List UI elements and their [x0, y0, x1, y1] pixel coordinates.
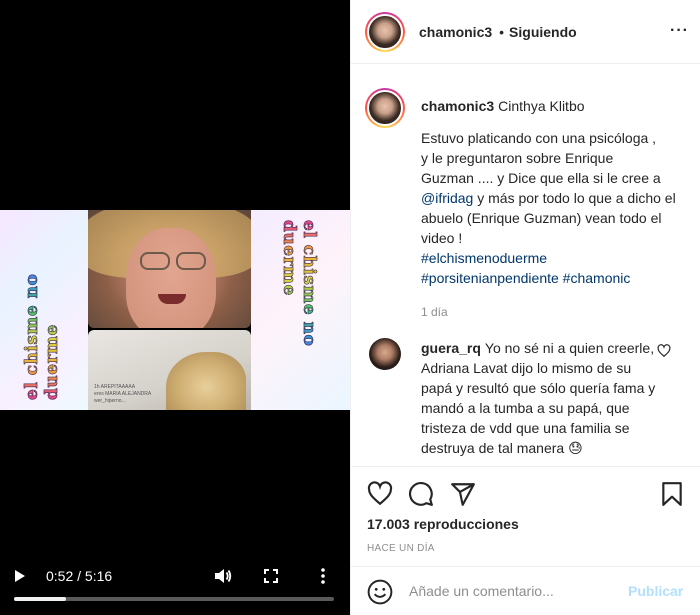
- time-separator: /: [73, 568, 85, 584]
- comment-body: guera_rq Yo no sé ni a quien creerle, Adr…: [421, 338, 661, 458]
- post-panel: chamonic3 • Siguiendo ··· chamonic3 Cinth…: [350, 0, 700, 615]
- play-icon: [15, 570, 25, 582]
- caption-mention-name: Cinthya Klitbo: [498, 98, 585, 114]
- screen-overlay-line: wer_hiperno...: [94, 398, 126, 404]
- commenter-username[interactable]: guera_rq: [421, 340, 481, 356]
- caption-avatar[interactable]: [365, 88, 405, 128]
- comment-like-icon[interactable]: [657, 344, 671, 358]
- hashtag-link[interactable]: #chamonic: [563, 270, 631, 286]
- video-time: 0:52 / 5:16: [46, 565, 112, 587]
- video-player[interactable]: el chisme no duerme 1h AREPITAAAAA eres …: [0, 0, 350, 615]
- caption-time[interactable]: 1 día: [421, 302, 681, 322]
- comments-section: chamonic3 Cinthya Klitbo Estuvo platicand…: [351, 64, 700, 466]
- video-progress-fill: [14, 597, 67, 601]
- like-icon[interactable]: [367, 481, 393, 507]
- overlay-text-right: el chisme no duerme: [279, 220, 320, 400]
- follow-status-button[interactable]: Siguiendo: [509, 24, 577, 40]
- add-comment-bar: Publicar: [351, 566, 700, 615]
- post-date[interactable]: HACE UN DÍA: [367, 543, 435, 554]
- post-header: chamonic3 • Siguiendo ···: [351, 0, 700, 64]
- time-current: 0:52: [46, 568, 74, 584]
- avatar[interactable]: [365, 11, 405, 52]
- views-count[interactable]: 17.003 reproducciones: [367, 516, 519, 532]
- caption-body: chamonic3 Cinthya Klitbo Estuvo platicand…: [421, 96, 681, 322]
- play-button[interactable]: [14, 565, 30, 587]
- screen-overlay-line: 1h AREPITAAAAA: [94, 384, 136, 390]
- comment-input[interactable]: [409, 577, 619, 605]
- caption-line: Guzman .... y Dice que ella si le cree a: [421, 170, 661, 186]
- video-controls: 0:52 / 5:16: [0, 560, 350, 600]
- time-total: 5:16: [84, 568, 113, 584]
- mention-link[interactable]: @ifridag: [421, 190, 473, 206]
- emoji-icon[interactable]: [367, 579, 393, 605]
- comment-text: Yo no sé ni a quien creerle, Adriana Lav…: [421, 340, 656, 456]
- author-username[interactable]: chamonic3: [419, 24, 492, 40]
- caption-line: y le preguntaron sobre Enrique: [421, 150, 614, 166]
- more-vertical-icon: [321, 568, 325, 584]
- volume-icon: [215, 569, 232, 583]
- screen-overlay-text: 1h AREPITAAAAA eres MARIA ALEJANDRA wer_…: [94, 384, 174, 405]
- fullscreen-button[interactable]: [264, 565, 284, 587]
- overlay-panel-left: el chisme no duerme: [0, 210, 88, 410]
- caption-username[interactable]: chamonic3: [421, 98, 494, 114]
- video-frame: el chisme no duerme 1h AREPITAAAAA eres …: [0, 210, 350, 410]
- overlay-panel-right: el chisme no duerme: [251, 210, 350, 410]
- share-icon[interactable]: [450, 481, 476, 507]
- video-screen-cam: 1h AREPITAAAAA eres MARIA ALEJANDRA wer_…: [88, 330, 251, 410]
- comment-icon[interactable]: [408, 481, 434, 507]
- overlay-text-left: el chisme no duerme: [22, 220, 63, 400]
- caption-line: Estuvo platicando con una psicóloga ,: [421, 130, 657, 146]
- fullscreen-icon: [264, 569, 278, 583]
- screen-overlay-line: eres MARIA ALEJANDRA: [94, 391, 152, 397]
- views-label: reproducciones: [413, 516, 519, 532]
- more-options-icon[interactable]: ···: [670, 22, 689, 40]
- hashtag-link[interactable]: #elchismenoduerme: [421, 250, 547, 266]
- views-number: 17.003: [367, 516, 410, 532]
- caption-text: Estuvo platicando con una psicóloga , y …: [421, 128, 681, 288]
- volume-button[interactable]: [214, 565, 236, 587]
- video-more-button[interactable]: [316, 565, 330, 587]
- publish-button[interactable]: Publicar: [628, 577, 683, 605]
- video-face-cam: [88, 210, 251, 328]
- post-actions: 17.003 reproducciones HACE UN DÍA: [351, 466, 700, 566]
- commenter-avatar[interactable]: [369, 338, 401, 370]
- video-progress-bar[interactable]: [14, 597, 334, 601]
- separator-dot: •: [499, 23, 505, 40]
- hashtag-link[interactable]: #porsitenianpendiente: [421, 270, 559, 286]
- bookmark-icon[interactable]: [659, 481, 685, 507]
